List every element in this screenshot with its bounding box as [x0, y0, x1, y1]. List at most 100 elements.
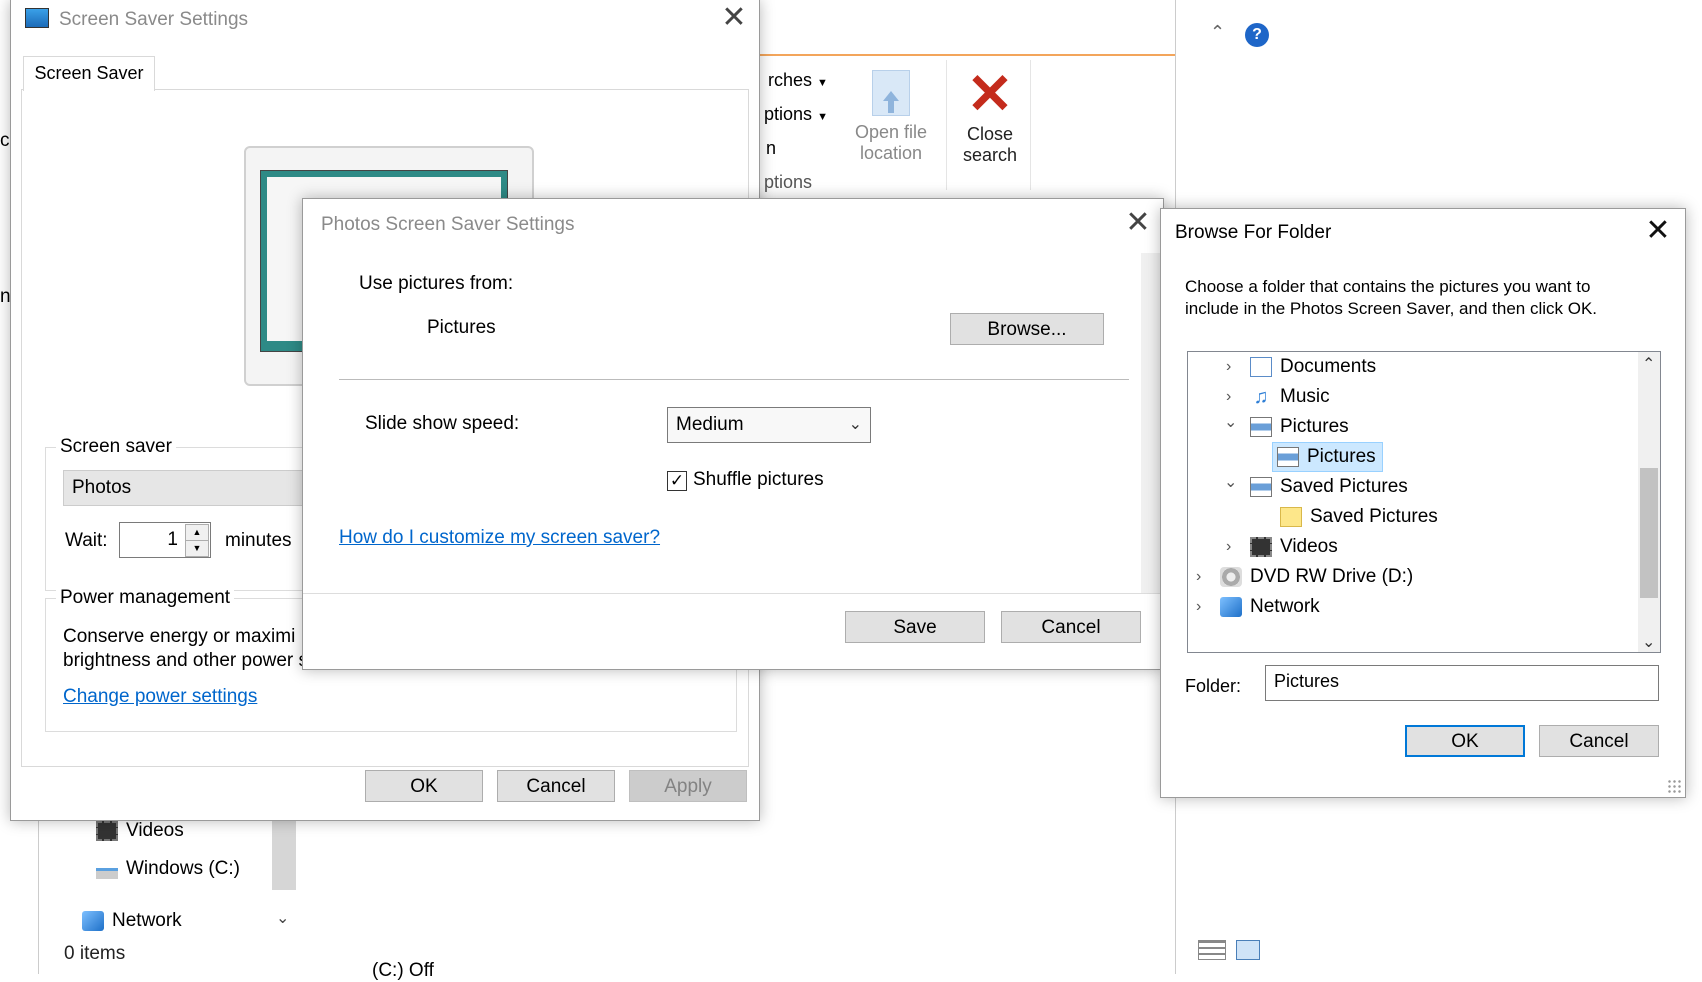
chevron-right-icon: ›: [1196, 598, 1202, 615]
drive-icon: [96, 858, 118, 879]
network-icon: [1220, 596, 1242, 617]
tree-label: Network: [1250, 596, 1320, 617]
tree-item-videos[interactable]: › Videos: [1226, 532, 1338, 562]
open-folder-arrow-icon: [872, 70, 910, 116]
open-file-location-button[interactable]: Open file location: [846, 66, 936, 176]
ribbon-advanced-options[interactable]: ptions ▼: [764, 104, 828, 125]
tree-item-network[interactable]: › Network: [1196, 592, 1320, 622]
browse-button[interactable]: Browse...: [950, 313, 1104, 345]
close-icon[interactable]: ✕: [1121, 207, 1155, 241]
ribbon-separator: [946, 60, 947, 190]
browse-for-folder-dialog: Browse For Folder ✕ Choose a folder that…: [1160, 208, 1686, 798]
tree-item-saved-pictures-folder[interactable]: Saved Pictures: [1280, 502, 1438, 532]
ribbon-save-search[interactable]: n: [766, 138, 776, 159]
help-icon[interactable]: ?: [1245, 23, 1269, 47]
customize-help-link[interactable]: How do I customize my screen saver?: [339, 527, 660, 549]
background-partial-text: n: [0, 286, 11, 307]
tree-item-dvd-drive[interactable]: › DVD RW Drive (D:): [1196, 562, 1413, 592]
cancel-button[interactable]: Cancel: [1539, 725, 1659, 757]
spinner-up-icon[interactable]: ▲: [185, 524, 209, 541]
tab-screen-saver[interactable]: Screen Saver: [23, 56, 155, 91]
chevron-down-icon: ⌄: [1224, 474, 1238, 491]
spinner-down-icon[interactable]: ▼: [185, 540, 209, 557]
power-text-line-1: Conserve energy or maximi: [63, 626, 296, 647]
button-label: OK: [1451, 731, 1479, 752]
dialog-title: Photos Screen Saver Settings: [321, 214, 575, 235]
folder-icon: [1280, 506, 1302, 527]
tree-label: Saved Pictures: [1310, 506, 1438, 527]
collapse-ribbon-button[interactable]: ⌃: [1210, 22, 1232, 44]
nav-item-label: Windows (C:): [126, 858, 241, 879]
tree-item-pictures[interactable]: ⌄ Pictures: [1224, 412, 1349, 442]
ribbon-recent-searches[interactable]: rches ▼: [768, 70, 828, 91]
pictures-icon: [1277, 446, 1299, 467]
change-power-settings-link[interactable]: Change power settings: [63, 686, 257, 708]
ribbon-group-options-label: ptions: [764, 172, 813, 192]
chevron-right-icon: ›: [1226, 358, 1232, 375]
button-label: Cancel: [526, 776, 586, 797]
ribbon-separator: [1030, 60, 1031, 190]
apply-button[interactable]: Apply: [629, 770, 747, 802]
right-scroll-strip: [1141, 253, 1161, 593]
tree-label: Videos: [1280, 536, 1338, 557]
dvd-drive-icon: [1220, 566, 1242, 587]
folder-tree[interactable]: ⌃ ⌄ › Documents › ♫ Music ⌄ Pictures Pict…: [1187, 351, 1661, 653]
button-label: Save: [893, 617, 937, 638]
button-bar-separator: [303, 593, 1163, 594]
chevron-down-icon: ⌄: [1224, 414, 1238, 431]
ok-button[interactable]: OK: [1405, 725, 1525, 757]
open-file-location-label-1: Open file: [854, 122, 928, 142]
tree-item-documents[interactable]: › Documents: [1226, 352, 1377, 382]
separator: [339, 379, 1129, 380]
close-search-button[interactable]: ✕ Close search: [950, 66, 1030, 176]
tree-scrollbar[interactable]: ⌃ ⌄: [1638, 352, 1660, 652]
close-icon[interactable]: ✕: [1641, 215, 1675, 249]
instructions-line-2: include in the Photos Screen Saver, and …: [1185, 299, 1598, 318]
nav-item-windows-c[interactable]: Windows (C:): [96, 858, 240, 880]
documents-icon: [1250, 356, 1272, 377]
shuffle-label[interactable]: Shuffle pictures: [693, 469, 824, 491]
details-view-icon[interactable]: [1198, 940, 1226, 960]
cancel-button[interactable]: Cancel: [1001, 611, 1141, 643]
folder-label: Folder:: [1185, 676, 1242, 696]
dropdown-arrow-icon: ▼: [817, 77, 828, 89]
ribbon-item-label: ptions: [764, 104, 813, 124]
current-folder: Pictures: [427, 317, 496, 338]
ribbon-item-label: rches: [768, 70, 813, 90]
videos-icon: [1250, 536, 1272, 557]
slide-speed-value: Medium: [676, 414, 744, 435]
tree-label: Documents: [1280, 356, 1377, 377]
button-label: Cancel: [1569, 731, 1629, 752]
minutes-label: minutes: [225, 530, 292, 551]
resize-grip-icon[interactable]: [1667, 779, 1681, 793]
scroll-thumb[interactable]: [1640, 468, 1658, 598]
scroll-down-icon[interactable]: ⌄: [1642, 632, 1655, 652]
nav-item-label: Network: [112, 910, 182, 931]
dialog-title: Browse For Folder: [1175, 222, 1332, 243]
nav-item-network[interactable]: Network: [82, 910, 182, 932]
scroll-up-icon[interactable]: ⌃: [1642, 354, 1655, 374]
tree-label: Saved Pictures: [1280, 476, 1408, 497]
tree-label: Pictures: [1307, 446, 1376, 467]
slide-speed-select[interactable]: Medium ⌄: [667, 407, 871, 443]
group-label: Power management: [56, 587, 235, 609]
nav-scrollbar-thumb[interactable]: [272, 820, 296, 890]
nav-scroll-down-icon[interactable]: ⌄: [276, 908, 289, 928]
tree-item-music[interactable]: › ♫ Music: [1226, 382, 1330, 412]
tree-item-saved-pictures[interactable]: ⌄ Saved Pictures: [1224, 472, 1408, 502]
ok-button[interactable]: OK: [365, 770, 483, 802]
nav-item-videos[interactable]: Videos: [96, 820, 184, 842]
large-icons-view-icon[interactable]: [1236, 940, 1260, 960]
bottom-partial-text: (C:) Off: [372, 960, 434, 981]
tab-label: Screen Saver: [34, 63, 144, 83]
wait-value: 1: [167, 529, 178, 550]
cancel-button[interactable]: Cancel: [497, 770, 615, 802]
folder-input[interactable]: Pictures: [1265, 665, 1659, 701]
close-search-label-2: search: [962, 145, 1018, 165]
close-icon[interactable]: ✕: [717, 2, 751, 36]
save-button[interactable]: Save: [845, 611, 985, 643]
selected-saver: Photos: [72, 477, 132, 498]
tree-item-pictures-selected[interactable]: Pictures: [1272, 442, 1383, 472]
shuffle-checkbox[interactable]: ✓: [667, 471, 687, 491]
open-file-location-label-2: location: [859, 143, 923, 163]
